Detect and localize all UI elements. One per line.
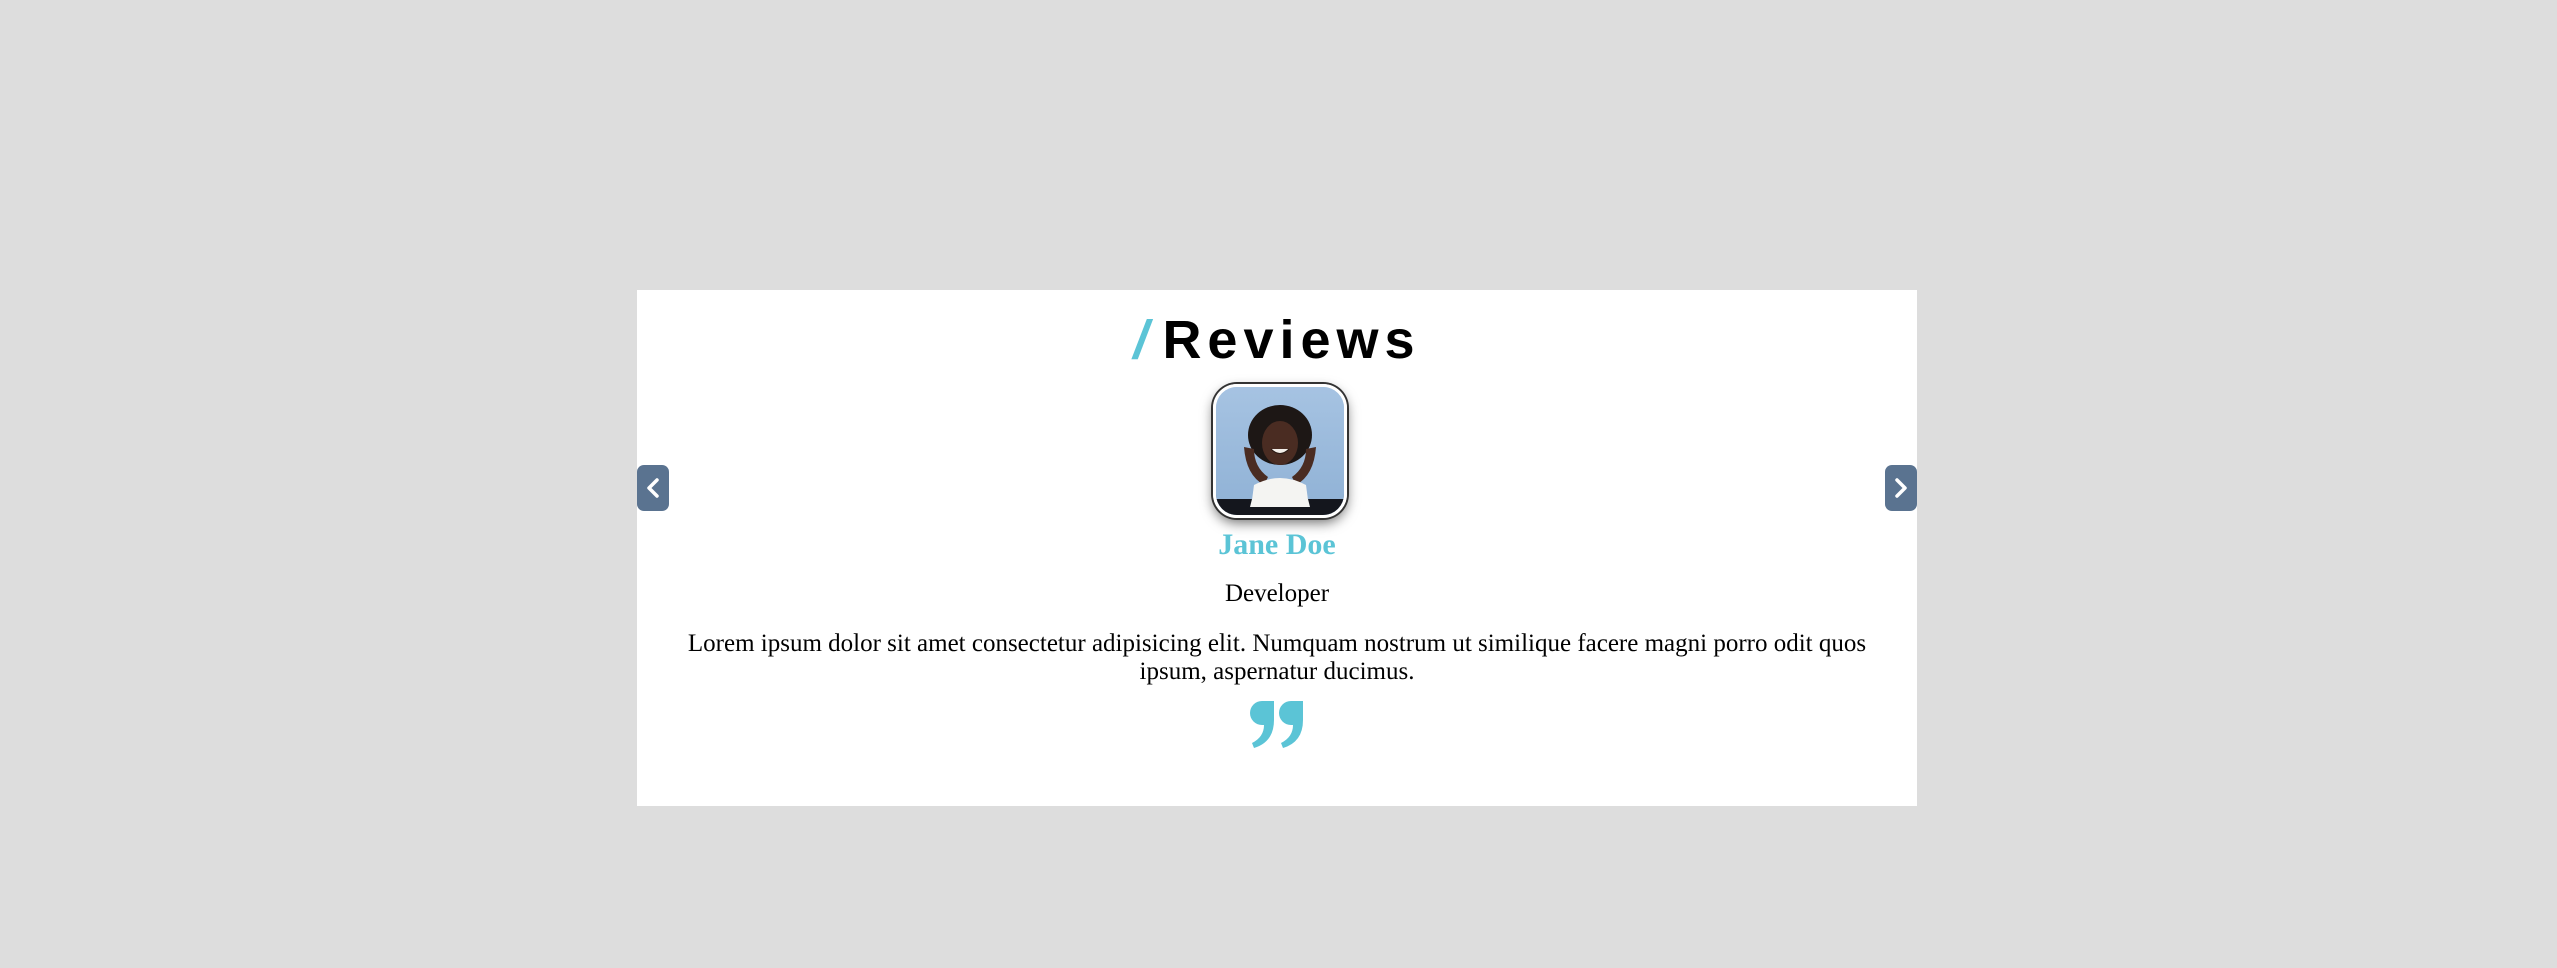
reviewer-role: Developer (1224, 580, 1330, 607)
next-review-button[interactable] (1885, 465, 1917, 511)
chevron-left-icon (647, 478, 659, 498)
avatar (1213, 384, 1347, 518)
prev-review-button[interactable] (637, 465, 669, 511)
quote-icon (1250, 701, 1303, 748)
avatar-photo (1216, 387, 1344, 515)
section-title: / Reviews (637, 304, 1917, 376)
reviewer-name: Jane Doe (1218, 528, 1336, 561)
title-slash: / (1133, 310, 1149, 370)
review-card: / Reviews Jane Doe Developer Lorem ipsum… (637, 290, 1917, 806)
chevron-right-icon (1895, 478, 1907, 498)
title-text: Reviews (1162, 310, 1421, 370)
review-text: Lorem ipsum dolor sit amet consectetur a… (687, 630, 1867, 685)
